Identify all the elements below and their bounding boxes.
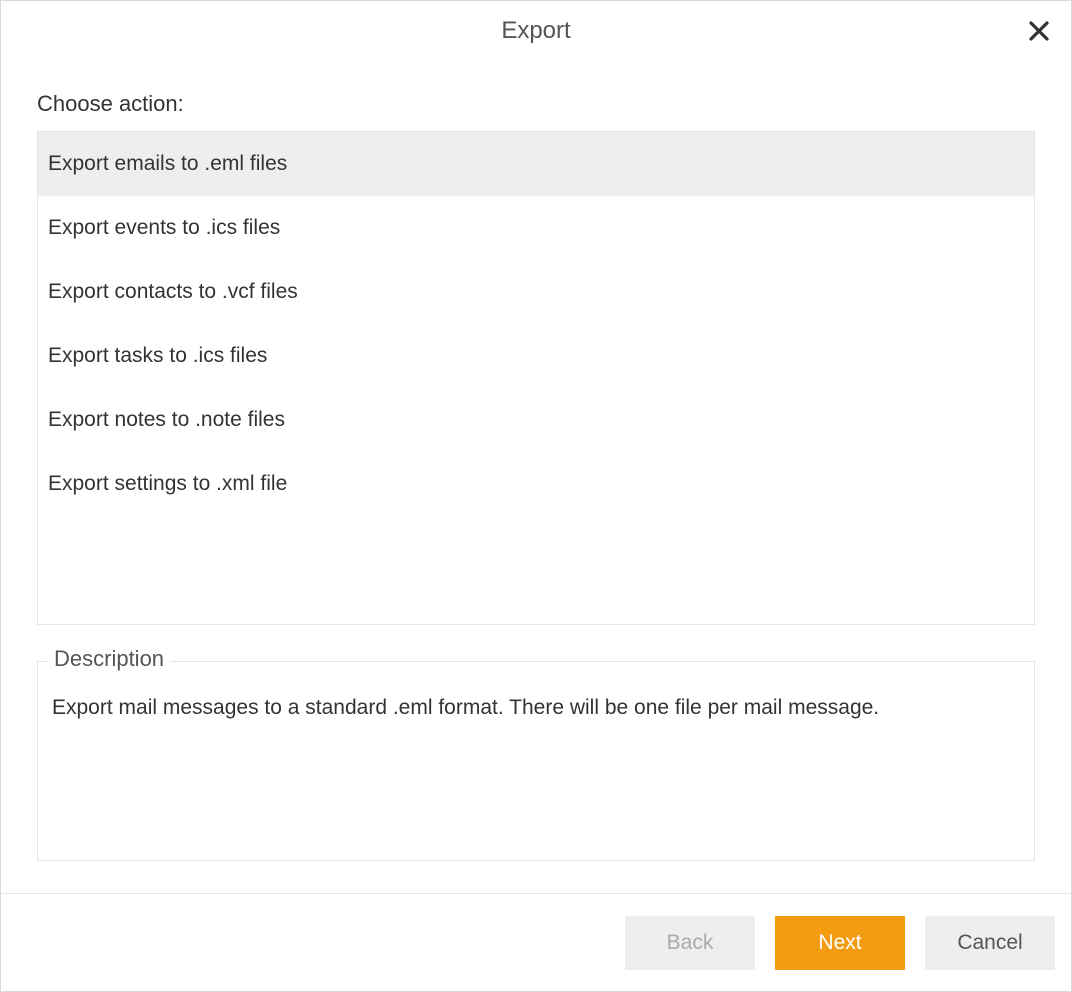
export-dialog: Export Choose action: Export emails to .… bbox=[0, 0, 1072, 992]
action-item-label: Export emails to .eml files bbox=[48, 152, 287, 176]
action-item-label: Export events to .ics files bbox=[48, 216, 280, 240]
action-item-label: Export notes to .note files bbox=[48, 408, 285, 432]
action-export-contacts[interactable]: Export contacts to .vcf files bbox=[38, 260, 1034, 324]
description-box: Description Export mail messages to a st… bbox=[37, 661, 1035, 861]
action-list: Export emails to .eml files Export event… bbox=[37, 131, 1035, 625]
action-export-notes[interactable]: Export notes to .note files bbox=[38, 388, 1034, 452]
dialog-footer: Back Next Cancel bbox=[1, 893, 1071, 991]
back-button[interactable]: Back bbox=[625, 916, 755, 970]
description-legend: Description bbox=[48, 646, 170, 672]
action-export-emails[interactable]: Export emails to .eml files bbox=[38, 132, 1034, 196]
action-export-tasks[interactable]: Export tasks to .ics files bbox=[38, 324, 1034, 388]
next-button[interactable]: Next bbox=[775, 916, 905, 970]
action-item-label: Export tasks to .ics files bbox=[48, 344, 267, 368]
dialog-content: Choose action: Export emails to .eml fil… bbox=[1, 61, 1071, 893]
choose-action-label: Choose action: bbox=[37, 91, 1035, 117]
action-item-label: Export settings to .xml file bbox=[48, 472, 287, 496]
description-text: Export mail messages to a standard .eml … bbox=[52, 692, 1020, 724]
action-export-events[interactable]: Export events to .ics files bbox=[38, 196, 1034, 260]
action-item-label: Export contacts to .vcf files bbox=[48, 280, 298, 304]
cancel-button[interactable]: Cancel bbox=[925, 916, 1055, 970]
close-icon[interactable] bbox=[1027, 19, 1051, 43]
dialog-header: Export bbox=[1, 1, 1071, 61]
action-export-settings[interactable]: Export settings to .xml file bbox=[38, 452, 1034, 516]
dialog-title: Export bbox=[501, 17, 570, 45]
